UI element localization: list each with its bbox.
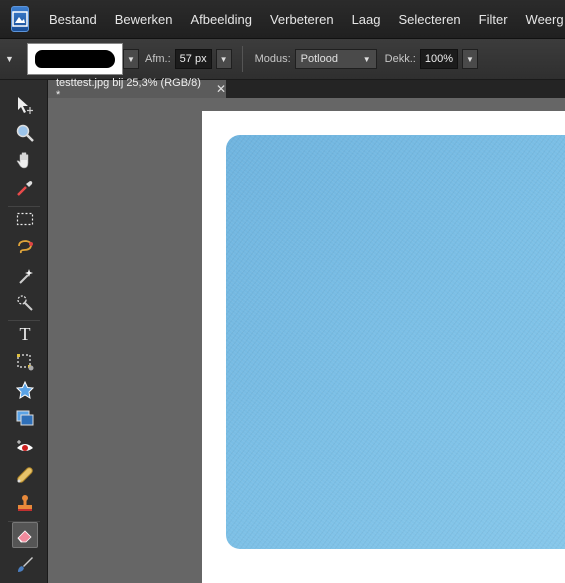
document-canvas[interactable] <box>202 111 565 583</box>
tool-preset-dropdown-icon[interactable]: ▼ <box>5 54 15 64</box>
hand-tool-icon[interactable] <box>12 147 38 173</box>
menu-laag[interactable]: Laag <box>352 12 381 27</box>
mode-label: Modus: <box>254 53 291 65</box>
menu-bewerken[interactable]: Bewerken <box>115 12 173 27</box>
marquee-tool-icon[interactable] <box>12 206 38 232</box>
lasso-tool-icon[interactable] <box>12 235 38 261</box>
opacity-slider-dropdown-icon[interactable]: ▼ <box>462 49 478 69</box>
move-tool-icon[interactable] <box>12 92 38 118</box>
menu-afbeelding[interactable]: Afbeelding <box>191 12 252 27</box>
document-tab[interactable]: testtest.jpg bij 25,3% (RGB/8) * ✕ <box>48 77 226 101</box>
eyedropper-tool-icon[interactable] <box>12 175 38 201</box>
shape-tool-icon[interactable] <box>12 377 38 403</box>
menu-weergave[interactable]: Weerg <box>526 12 564 27</box>
opacity-field[interactable]: 100% <box>419 49 458 69</box>
toolbox: T <box>0 80 48 583</box>
type-tool-icon[interactable]: T <box>12 321 38 347</box>
magic-wand-tool-icon[interactable] <box>12 263 38 289</box>
mode-select-value: Potlood <box>300 53 338 65</box>
menu-selecteren[interactable]: Selecteren <box>399 12 461 27</box>
chevron-down-icon: ▼ <box>362 54 371 64</box>
brush-stroke-preview <box>35 50 115 68</box>
svg-text:T: T <box>20 324 31 344</box>
red-eye-tool-icon[interactable] <box>12 434 38 460</box>
eraser-tool-icon[interactable] <box>12 522 38 548</box>
close-icon[interactable]: ✕ <box>216 82 226 96</box>
menu-verbeteren[interactable]: Verbeteren <box>270 12 334 27</box>
clone-stamp-tool-icon[interactable] <box>12 490 38 516</box>
size-field[interactable]: 57 px <box>174 49 212 69</box>
opacity-label: Dekk.: <box>384 53 416 65</box>
crop-tool-icon[interactable] <box>12 349 38 375</box>
workspace[interactable] <box>48 98 565 583</box>
app-logo-icon[interactable] <box>11 6 29 32</box>
brush-preview[interactable] <box>27 43 123 75</box>
brush-picker-dropdown-icon[interactable]: ▼ <box>123 49 139 69</box>
menu-filter[interactable]: Filter <box>479 12 508 27</box>
menu-bar: Bestand Bewerken Afbeelding Verbeteren L… <box>0 0 565 39</box>
menu-bestand[interactable]: Bestand <box>49 12 97 27</box>
recompose-tool-icon[interactable] <box>12 405 38 431</box>
quick-selection-tool-icon[interactable] <box>12 290 38 316</box>
size-slider-dropdown-icon[interactable]: ▼ <box>215 49 232 69</box>
options-bar: ▼ ▼ Afm.: 57 px ▼ Modus: Potlood ▼ Dekk.… <box>0 39 565 80</box>
brush-tool-icon[interactable] <box>12 551 38 577</box>
healing-brush-tool-icon[interactable] <box>12 462 38 488</box>
mode-select[interactable]: Potlood ▼ <box>294 49 377 69</box>
size-label: Afm.: <box>145 53 171 65</box>
document-tab-bar: testtest.jpg bij 25,3% (RGB/8) * ✕ <box>48 77 565 101</box>
options-separator <box>241 46 243 72</box>
blue-textured-image[interactable] <box>226 135 565 549</box>
zoom-tool-icon[interactable] <box>12 120 38 146</box>
